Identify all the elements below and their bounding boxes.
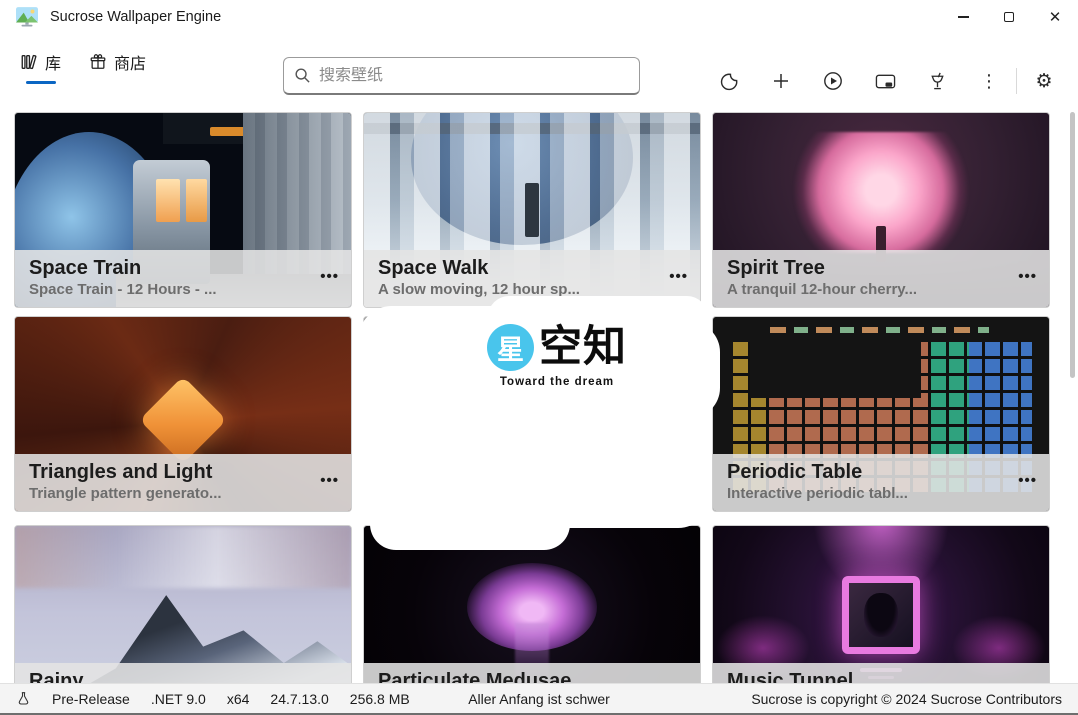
card-info-band: Particulate Medusae <box>364 663 700 683</box>
card-space-walk[interactable]: Space Walk A slow moving, 12 hour sp... … <box>363 112 701 308</box>
card-title: Triangles and Light <box>29 460 337 484</box>
status-left-group: Pre-Release .NET 9.0 x64 24.7.13.0 256.8… <box>16 691 410 707</box>
watermark-logo: 星 空知 Toward the dream <box>481 324 633 388</box>
card-rainy[interactable]: Rainy <box>14 525 352 683</box>
maximize-icon <box>1004 12 1014 22</box>
beta-flask-icon <box>16 691 31 706</box>
card-more-button[interactable]: ••• <box>320 268 339 285</box>
screen-share-icon <box>875 72 896 91</box>
gem-art <box>139 376 227 464</box>
card-space-train[interactable]: Space Train Space Train - 12 Hours - ...… <box>14 112 352 308</box>
tab-store-label: 商店 <box>114 50 146 74</box>
maximize-button[interactable] <box>986 0 1032 34</box>
thumbnail-music-tunnel <box>713 526 1049 683</box>
art-layer <box>770 327 988 333</box>
card-triangles-and-light[interactable]: Triangles and Light Triangle pattern gen… <box>14 316 352 512</box>
toolbar: ⋮ ⚙ <box>703 64 1070 98</box>
tab-library-label: 库 <box>45 50 61 74</box>
navbar: 库 商店 <box>0 36 1078 100</box>
card-more-button[interactable]: ••• <box>669 268 688 285</box>
card-row-1: Space Train Space Train - 12 Hours - ...… <box>14 112 1050 308</box>
status-memory: 256.8 MB <box>350 691 410 707</box>
minimize-button[interactable] <box>940 0 986 34</box>
store-icon <box>89 53 107 71</box>
toolbar-divider <box>1016 68 1017 94</box>
status-arch: x64 <box>227 691 250 707</box>
search-icon <box>294 67 311 84</box>
card-info-band: Periodic Table Interactive periodic tabl… <box>713 454 1049 511</box>
status-bar: Pre-Release .NET 9.0 x64 24.7.13.0 256.8… <box>0 683 1078 713</box>
status-dotnet: .NET 9.0 <box>151 691 206 707</box>
card-info-band: Space Train Space Train - 12 Hours - ...… <box>15 250 351 307</box>
more-button[interactable]: ⋮ <box>963 64 1015 98</box>
card-title: Periodic Table <box>727 460 1035 484</box>
search-input[interactable] <box>319 67 629 85</box>
minimize-icon <box>958 16 969 17</box>
app-logo-icon <box>16 7 38 27</box>
card-periodic-table[interactable]: Periodic Table Interactive periodic tabl… <box>712 316 1050 512</box>
watermark-tagline: Toward the dream <box>481 376 633 388</box>
card-title: Space Train <box>29 256 337 280</box>
card-title: Spirit Tree <box>727 256 1035 280</box>
screen-share-button[interactable] <box>859 64 911 98</box>
close-button[interactable]: ✕ <box>1032 0 1078 34</box>
card-title: Rainy <box>29 669 337 683</box>
card-info-band: Music Tunnel <box>713 663 1049 683</box>
card-more-button[interactable]: ••• <box>320 472 339 489</box>
watermark-blob <box>370 498 570 550</box>
art-layer <box>525 183 538 237</box>
card-subtitle: A tranquil 12-hour cherry... <box>727 280 1035 300</box>
status-motto: Aller Anfang ist schwer <box>468 691 610 707</box>
vertical-scrollbar[interactable] <box>1070 112 1075 378</box>
art-layer <box>156 179 180 222</box>
window-controls: ✕ <box>940 0 1078 34</box>
drink-button[interactable] <box>911 64 963 98</box>
card-subtitle: Space Train - 12 Hours - ... <box>29 280 337 300</box>
card-info-band: Triangles and Light Triangle pattern gen… <box>15 454 351 511</box>
card-more-button[interactable]: ••• <box>1018 268 1037 285</box>
settings-button[interactable]: ⚙ <box>1018 64 1070 98</box>
tab-library[interactable]: 库 <box>20 50 61 84</box>
art-layer <box>864 593 898 637</box>
card-music-tunnel[interactable]: Music Tunnel <box>712 525 1050 683</box>
wallpaper-grid: Space Train Space Train - 12 Hours - ...… <box>0 100 1078 683</box>
card-more-button[interactable]: ••• <box>1018 472 1037 489</box>
titlebar: Sucrose Wallpaper Engine ✕ <box>0 0 1078 36</box>
play-icon <box>823 71 843 91</box>
card-subtitle: Interactive periodic tabl... <box>727 484 1035 504</box>
card-info-band: Rainy <box>15 663 351 683</box>
play-button[interactable] <box>807 64 859 98</box>
dark-mode-button[interactable] <box>703 64 755 98</box>
watermark-overlay: 星 空知 Toward the dream <box>358 306 712 528</box>
thumbnail-rainy <box>15 526 351 683</box>
tab-store[interactable]: 商店 <box>89 50 146 84</box>
add-button[interactable] <box>755 64 807 98</box>
status-version: 24.7.13.0 <box>270 691 328 707</box>
app-identity: Sucrose Wallpaper Engine <box>16 7 221 27</box>
close-icon: ✕ <box>1049 10 1062 25</box>
app-title: Sucrose Wallpaper Engine <box>50 9 221 25</box>
card-title: Particulate Medusae <box>378 669 686 683</box>
card-spirit-tree[interactable]: Spirit Tree A tranquil 12-hour cherry...… <box>712 112 1050 308</box>
settings-icon: ⚙ <box>1035 70 1052 93</box>
art-layer <box>186 179 206 222</box>
active-tab-indicator <box>26 81 56 84</box>
nav-tabs: 库 商店 <box>20 50 146 84</box>
card-title: Music Tunnel <box>727 669 1035 683</box>
watermark-logo-circle: 星 <box>487 324 534 371</box>
drink-icon <box>928 71 947 91</box>
library-icon <box>20 53 38 71</box>
art-layer <box>15 526 351 588</box>
card-info-band: Spirit Tree A tranquil 12-hour cherry...… <box>713 250 1049 307</box>
card-subtitle: Triangle pattern generato... <box>29 484 337 504</box>
more-icon: ⋮ <box>980 71 998 92</box>
search-box[interactable] <box>283 57 640 95</box>
status-copyright: Sucrose is copyright © 2024 Sucrose Cont… <box>751 691 1062 707</box>
watermark-logo-text: 空知 <box>539 326 627 369</box>
status-release: Pre-Release <box>52 691 130 707</box>
card-title: Space Walk <box>378 256 686 280</box>
plus-icon <box>772 72 790 90</box>
moon-icon <box>720 72 739 91</box>
